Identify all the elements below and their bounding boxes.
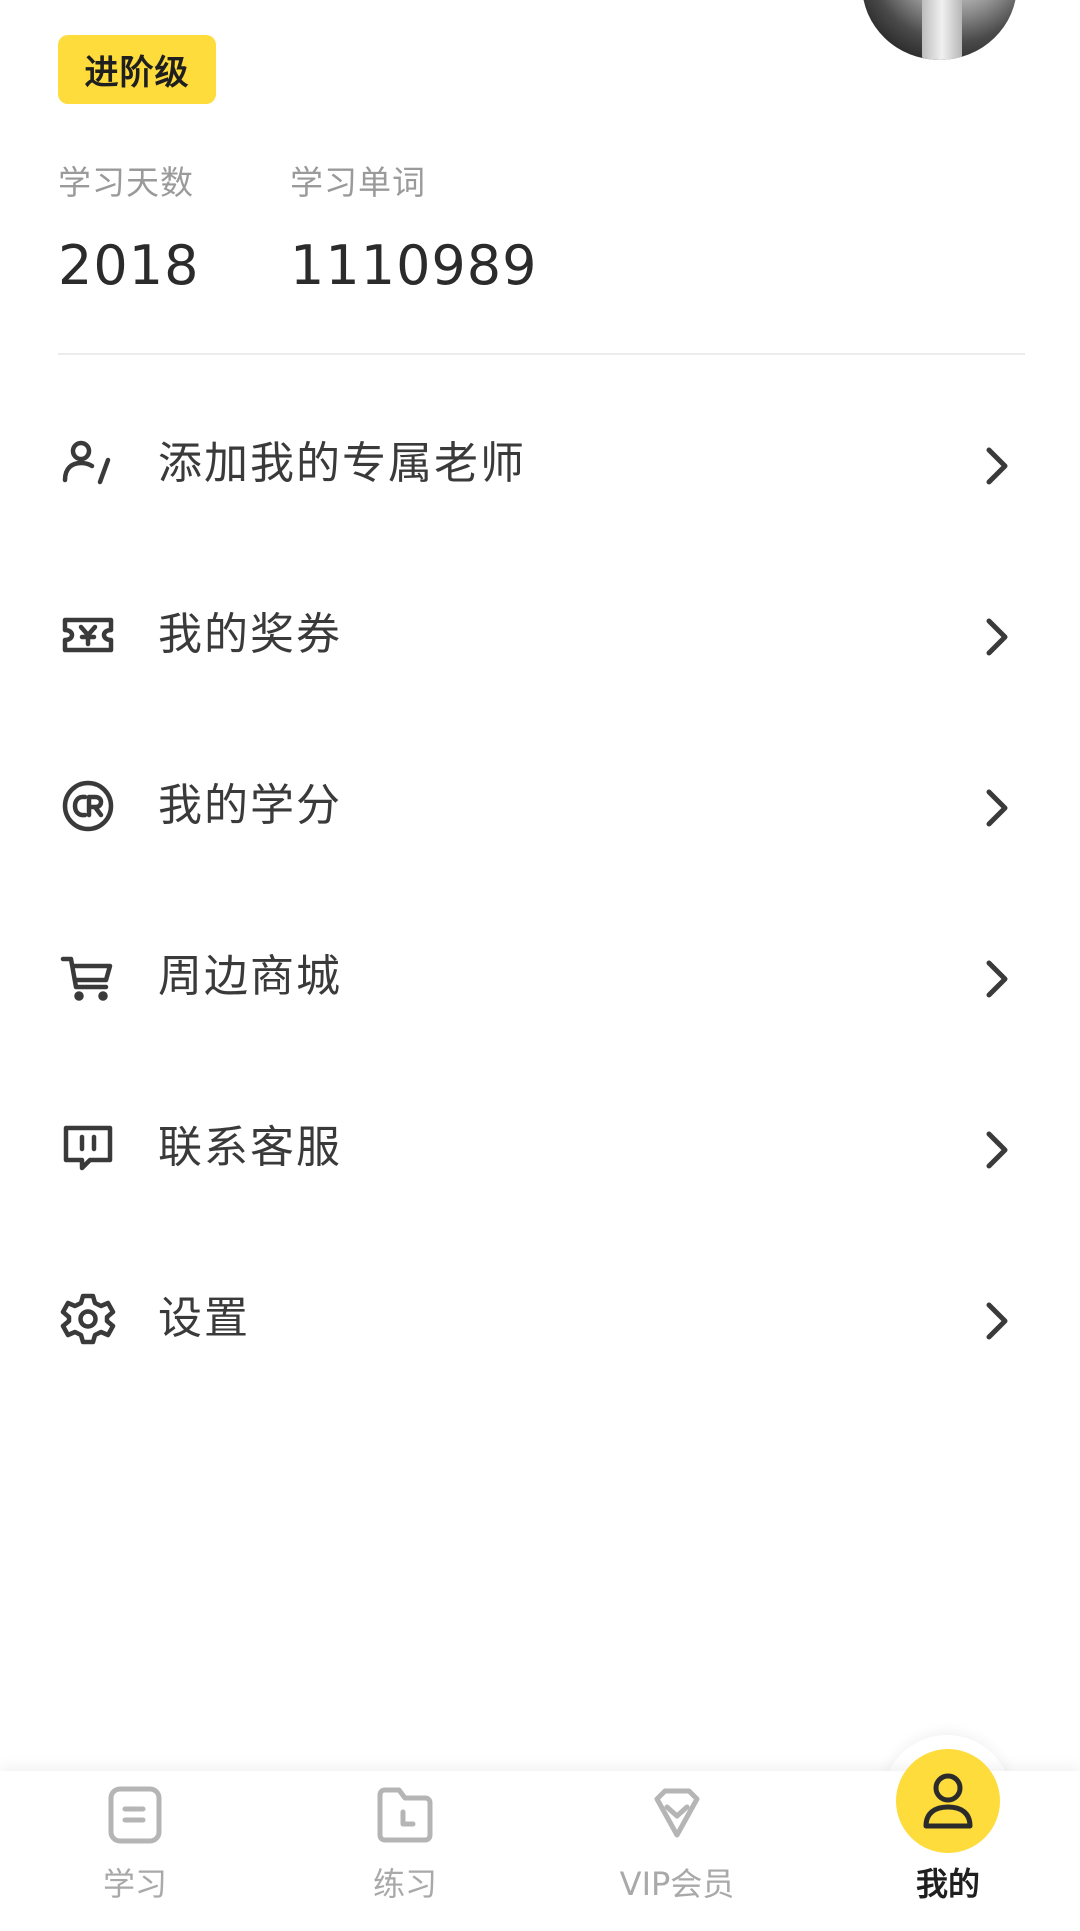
- tab-label: 学习: [102, 1865, 167, 1903]
- menu-item-label: 添加我的专属老师: [158, 438, 526, 489]
- tab-label: 练习: [372, 1865, 437, 1903]
- profile-page: 进阶级 学习天数 2018 学习单词 1110989 添加我的专属老师 我的奖券…: [0, 0, 1080, 1931]
- menu-item-label: 设置: [158, 1293, 250, 1344]
- practice-icon: [375, 1785, 435, 1845]
- chevron-right-icon: [976, 441, 1016, 491]
- menu-item-settings[interactable]: 设置: [0, 1252, 1080, 1423]
- menu-item-customer-service[interactable]: 联系客服: [0, 1081, 1080, 1252]
- tab-vip[interactable]: VIP会员: [577, 1771, 777, 1931]
- tab-study[interactable]: 学习: [35, 1771, 235, 1931]
- ticket-icon: [60, 607, 116, 663]
- avatar-photo-detail: [922, 0, 962, 60]
- menu-item-shop[interactable]: 周边商城: [0, 910, 1080, 1081]
- divider: [58, 353, 1025, 355]
- stat-study-words: 学习单词 1110989: [290, 160, 538, 298]
- stat-value: 2018: [58, 234, 200, 297]
- cart-icon: [60, 949, 116, 1005]
- stat-label: 学习单词: [290, 163, 426, 202]
- tab-label: 我的: [915, 1865, 980, 1903]
- study-icon: [105, 1785, 165, 1845]
- tab-practice[interactable]: 练习: [305, 1771, 505, 1931]
- level-badge: 进阶级: [58, 35, 216, 104]
- menu-item-credits[interactable]: 我的学分: [0, 739, 1080, 910]
- chat-icon: [60, 1120, 116, 1176]
- chevron-right-icon: [976, 612, 1016, 662]
- chevron-right-icon: [976, 783, 1016, 833]
- stat-value: 1110989: [290, 234, 538, 297]
- chevron-right-icon: [976, 1296, 1016, 1346]
- menu-item-label: 周边商城: [158, 951, 342, 1002]
- menu-list: 添加我的专属老师 我的奖券 我的学分 周边商城 联系客服 设置: [0, 397, 1080, 1423]
- menu-item-add-teacher[interactable]: 添加我的专属老师: [0, 397, 1080, 568]
- chevron-right-icon: [976, 954, 1016, 1004]
- vip-icon: [647, 1785, 707, 1845]
- stat-label: 学习天数: [58, 163, 194, 202]
- menu-item-label: 联系客服: [158, 1122, 342, 1173]
- menu-item-label: 我的奖券: [158, 609, 342, 660]
- gear-icon: [60, 1291, 116, 1347]
- teacher-icon: [60, 436, 116, 492]
- menu-item-tickets[interactable]: 我的奖券: [0, 568, 1080, 739]
- credit-icon: [60, 778, 116, 834]
- menu-item-label: 我的学分: [158, 780, 342, 831]
- chevron-right-icon: [976, 1125, 1016, 1175]
- user-icon[interactable]: [896, 1749, 1000, 1853]
- stat-study-days: 学习天数 2018: [58, 160, 199, 298]
- avatar[interactable]: [862, 0, 1017, 60]
- tab-label: VIP会员: [619, 1865, 735, 1903]
